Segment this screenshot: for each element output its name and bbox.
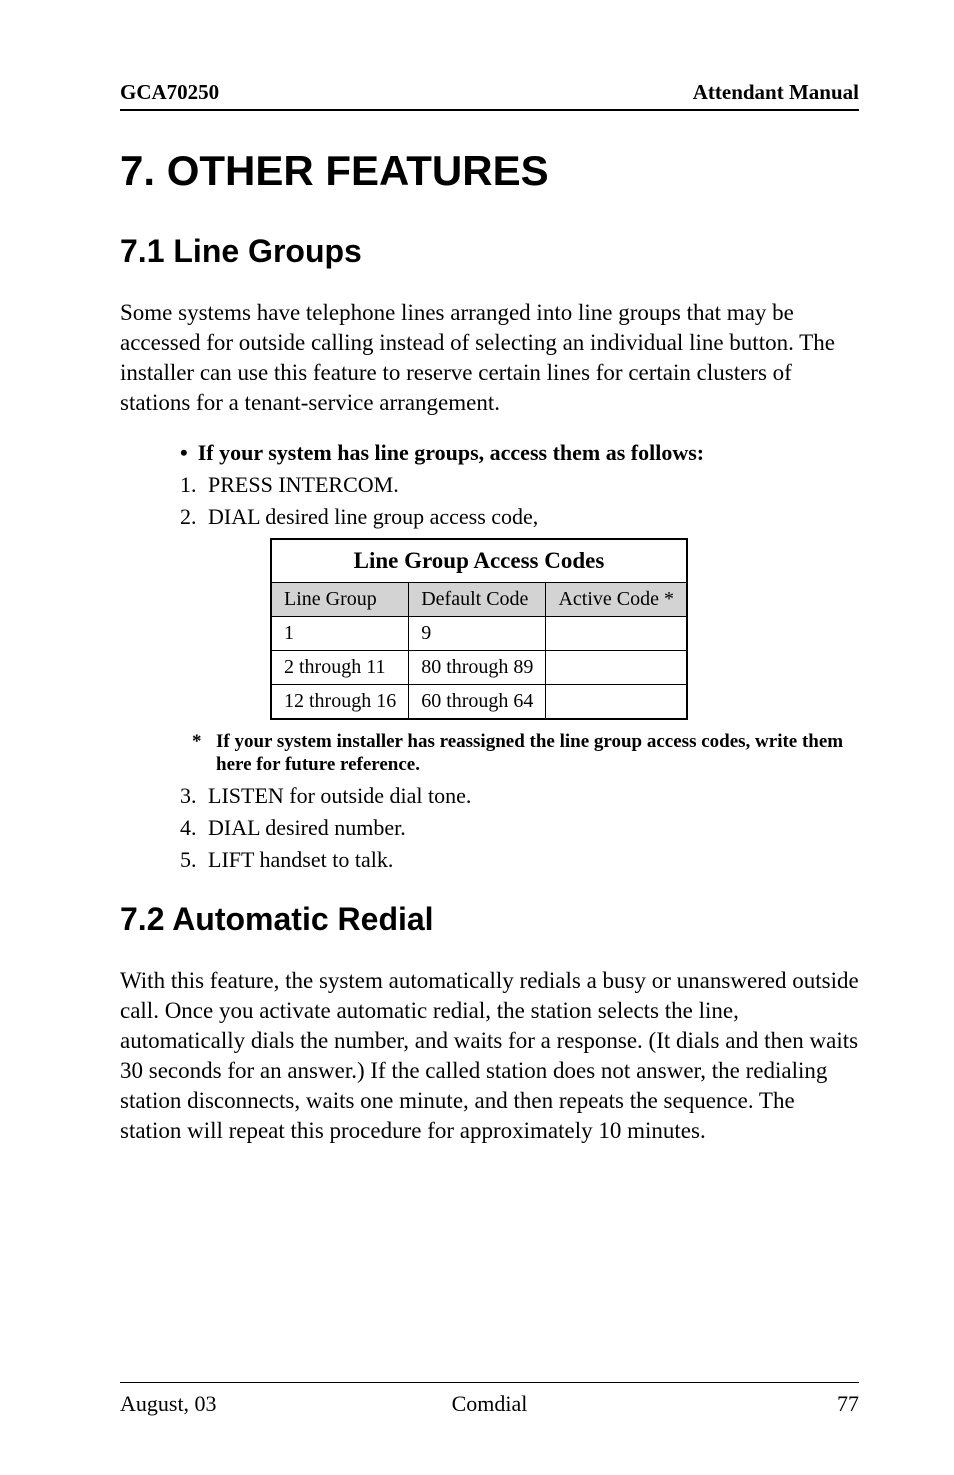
table-cell: 12 through 16 [271,684,409,719]
table-row: 2 through 11 80 through 89 [271,650,687,684]
table-cell: 60 through 64 [409,684,546,719]
step-row: 2. DIAL desired line group access code, [180,504,859,530]
table-row: 1 9 [271,616,687,650]
access-codes-table-wrap: Line Group Access Codes Line Group Defau… [270,538,859,720]
section-7-2-title: 7.2 Automatic Redial [120,901,859,938]
step-text: LISTEN for outside dial tone. [208,783,471,809]
table-cell [546,616,687,650]
col-header: Default Code [409,582,546,616]
step-number: 1. [180,472,208,498]
section-7-2-body: With this feature, the system automatica… [120,966,859,1145]
table-cell: 9 [409,616,546,650]
step-text: PRESS INTERCOM. [208,472,399,498]
table-row: 12 through 16 60 through 64 [271,684,687,719]
step-number: 3. [180,783,208,809]
page-footer: August, 03 Comdial 77 [120,1391,859,1417]
bullet-instruction: • If your system has line groups, access… [180,440,859,466]
table-cell: 2 through 11 [271,650,409,684]
section-7-1-body: Some systems have telephone lines arrang… [120,298,859,418]
page-header: GCA70250 Attendant Manual [120,80,859,111]
footer-left: August, 03 [120,1391,217,1417]
table-cell: 1 [271,616,409,650]
footnote-star: * [192,730,216,778]
section-7-1-title: 7.1 Line Groups [120,233,859,270]
chapter-title: 7. OTHER FEATURES [120,147,859,195]
bullet-icon: • [180,440,188,466]
access-codes-table: Line Group Access Codes Line Group Defau… [270,538,688,720]
step-number: 5. [180,847,208,873]
table-cell [546,650,687,684]
table-cell [546,684,687,719]
footnote-text: If your system installer has reassigned … [216,730,859,778]
header-right: Attendant Manual [693,80,859,105]
footer-line [120,1382,859,1383]
table-footnote: * If your system installer has reassigne… [192,730,859,778]
table-cell: 80 through 89 [409,650,546,684]
step-row: 4. DIAL desired number. [180,815,859,841]
step-row: 1. PRESS INTERCOM. [180,472,859,498]
step-number: 4. [180,815,208,841]
col-header: Active Code * [546,582,687,616]
step-row: 3. LISTEN for outside dial tone. [180,783,859,809]
step-text: DIAL desired line group access code, [208,504,538,530]
col-header: Line Group [271,582,409,616]
step-row: 5. LIFT handset to talk. [180,847,859,873]
footer-center: Comdial [452,1391,528,1417]
step-text: LIFT handset to talk. [208,847,393,873]
bullet-text: If your system has line groups, access t… [198,440,704,466]
step-number: 2. [180,504,208,530]
footer-right: 77 [837,1391,859,1417]
step-text: DIAL desired number. [208,815,406,841]
header-left: GCA70250 [120,80,219,105]
table-title: Line Group Access Codes [271,539,687,583]
